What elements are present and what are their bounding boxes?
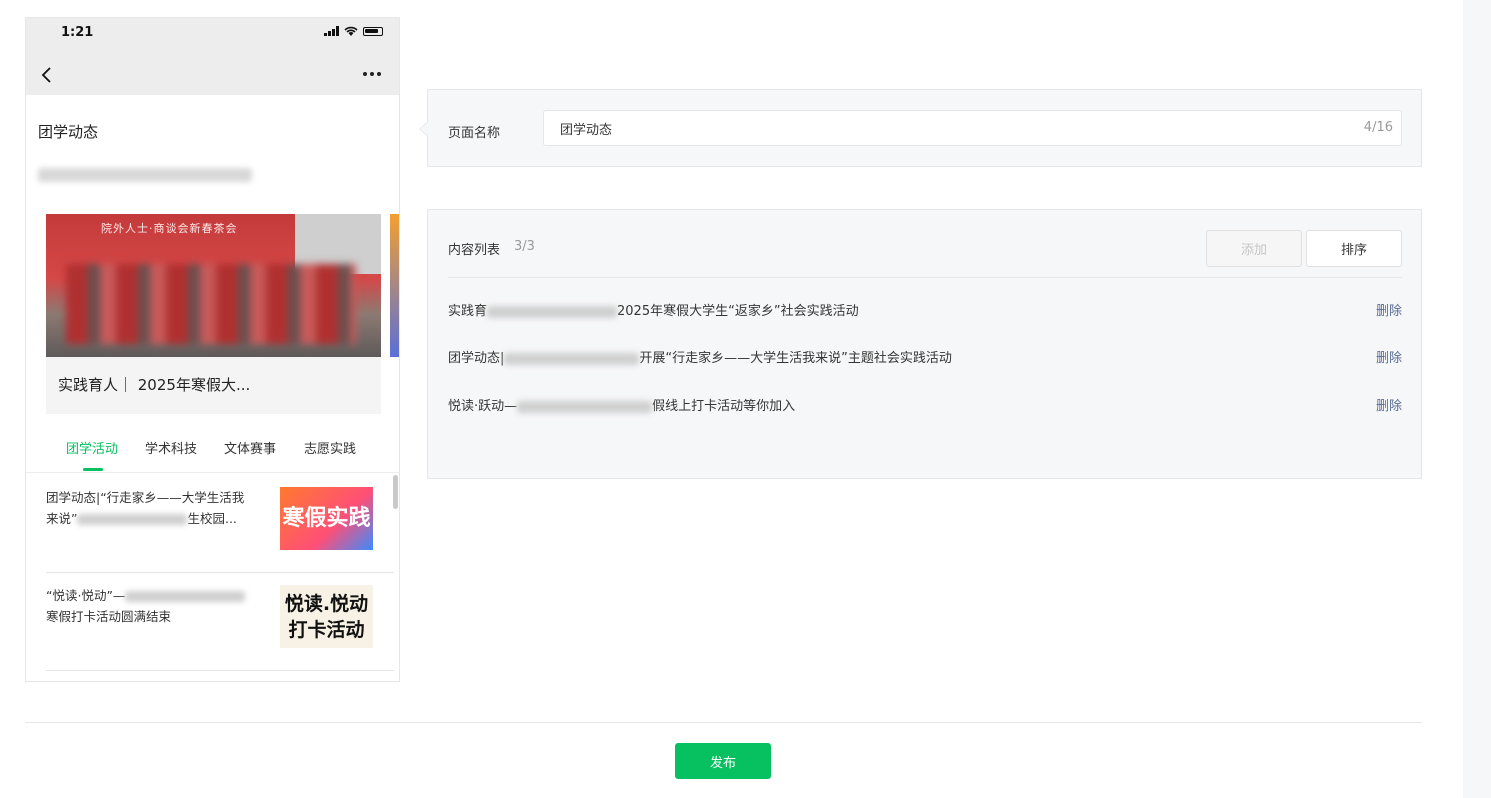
status-icons <box>324 26 383 36</box>
article-title: “悦读·悦动”— 寒假打卡活动圆满结束 <box>46 585 271 627</box>
delete-link[interactable]: 删除 <box>1376 300 1402 319</box>
page-name-panel: 页面名称 4/16 <box>419 89 1422 167</box>
content-list-count: 3/3 <box>514 239 535 254</box>
content-list-panel: 内容列表 3/3 添加 排序 实践育 2025年寒假大学生“返家乡”社会实践活动 … <box>427 209 1422 479</box>
next-banner-peek <box>390 214 399 357</box>
content-row: 团学动态| 开展“行走家乡——大学生活我来说”主题社会实践活动 删除 <box>448 344 1402 368</box>
publish-button[interactable]: 发布 <box>675 743 771 779</box>
delete-link[interactable]: 删除 <box>1376 395 1402 414</box>
content-row: 悦读·跃动— 假线上打卡活动等你加入 删除 <box>448 392 1402 416</box>
signal-icon <box>324 26 339 36</box>
content-row-title: 团学动态| 开展“行走家乡——大学生活我来说”主题社会实践活动 <box>448 351 952 366</box>
tab-xueshu[interactable]: 学术科技 <box>145 438 197 457</box>
more-dots-icon[interactable] <box>363 72 381 76</box>
article-thumbnail: 悦读.悦动打卡活动 <box>280 585 373 648</box>
tab-tuanxue[interactable]: 团学活动 <box>66 438 118 457</box>
page-name-field[interactable]: 4/16 <box>543 110 1402 146</box>
article-thumbnail: 寒假实践 <box>280 487 373 550</box>
phone-preview: 1:21 团学动态 院外人士·商谈会新春茶会 实践育人｜ 2025年寒假大...… <box>25 17 400 682</box>
add-button[interactable]: 添加 <box>1206 230 1302 267</box>
delete-link[interactable]: 删除 <box>1376 347 1402 366</box>
article-title: 团学动态|“行走家乡——大学生活我 来说” 生校园... <box>46 490 245 526</box>
char-counter: 4/16 <box>1363 120 1393 135</box>
tab-wenti[interactable]: 文体赛事 <box>224 438 276 457</box>
back-chevron-icon[interactable] <box>40 66 54 84</box>
preview-scrollbar[interactable] <box>393 475 398 509</box>
list-item[interactable]: 团学动态|“行走家乡——大学生活我 来说” 生校园... 寒假实践 <box>46 475 394 573</box>
list-item[interactable]: “悦读·悦动”— 寒假打卡活动圆满结束 悦读.悦动打卡活动 <box>46 573 394 671</box>
content-row: 实践育 2025年寒假大学生“返家乡”社会实践活动 删除 <box>448 297 1402 321</box>
category-tabs: 团学活动 学术科技 文体赛事 志愿实践 <box>26 438 399 474</box>
right-scroll-gutter <box>1463 0 1491 798</box>
content-row-title: 悦读·跃动— 假线上打卡活动等你加入 <box>448 399 796 414</box>
tab-zhiyuan[interactable]: 志愿实践 <box>304 438 356 457</box>
content-list-label: 内容列表 <box>448 243 501 258</box>
sort-button[interactable]: 排序 <box>1306 230 1402 267</box>
status-time: 1:21 <box>61 25 94 40</box>
active-tab-indicator <box>83 468 103 471</box>
wifi-icon <box>344 26 358 36</box>
phone-header: 1:21 <box>26 18 399 95</box>
page-name-input[interactable] <box>544 111 1324 145</box>
banner-title: 实践育人｜ 2025年寒假大... <box>58 376 251 394</box>
banner-image-sign: 院外人士·商谈会新春茶会 <box>101 222 238 235</box>
page-name-label: 页面名称 <box>448 126 501 141</box>
battery-icon <box>363 26 383 36</box>
banner-card[interactable]: 院外人士·商谈会新春茶会 实践育人｜ 2025年寒假大... <box>46 214 381 414</box>
content-row-title: 实践育 2025年寒假大学生“返家乡”社会实践活动 <box>448 304 859 319</box>
banner-image: 院外人士·商谈会新春茶会 <box>46 214 381 357</box>
preview-page-title: 团学动态 <box>38 123 99 141</box>
redacted-subtitle <box>38 168 252 182</box>
